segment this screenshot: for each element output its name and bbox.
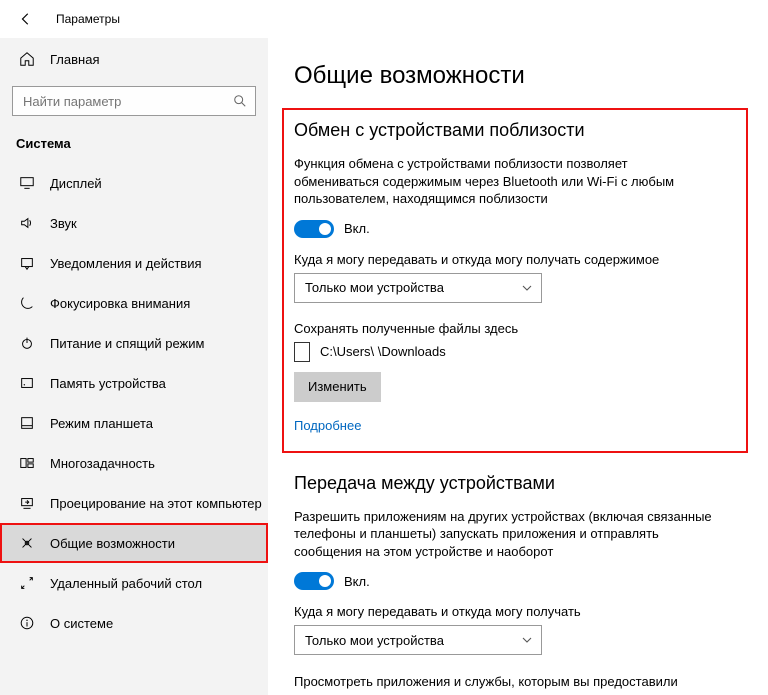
nav-item-2[interactable]: Уведомления и действия	[0, 243, 268, 283]
nearby-share-select[interactable]: Только мои устройства	[294, 273, 542, 303]
storage-icon	[18, 374, 36, 392]
nav-item-label: Общие возможности	[50, 536, 175, 551]
cross-share-select[interactable]: Только мои устройства	[294, 625, 542, 655]
project-icon	[18, 494, 36, 512]
cross-share-label: Куда я могу передавать и откуда могу пол…	[294, 604, 714, 619]
nav-home[interactable]: Главная	[0, 42, 268, 76]
nav-item-label: Звук	[50, 216, 77, 231]
sidebar: Главная Система Дисплей Звук Уведомления и…	[0, 38, 268, 695]
folder-icon	[294, 342, 310, 362]
nav-item-label: Питание и спящий режим	[50, 336, 204, 351]
display-icon	[18, 174, 36, 192]
main-content: Общие возможности Обмен с устройствами п…	[268, 38, 768, 695]
chevron-down-icon	[521, 634, 533, 646]
nav-item-label: Проецирование на этот компьютер	[50, 496, 262, 511]
nav-item-label: Дисплей	[50, 176, 102, 191]
cross-share-value: Только мои устройства	[305, 633, 444, 648]
nearby-save-label: Сохранять полученные файлы здесь	[294, 321, 714, 336]
nav-item-7[interactable]: Многозадачность	[0, 443, 268, 483]
back-icon[interactable]	[18, 11, 34, 27]
nav-item-label: Удаленный рабочий стол	[50, 576, 202, 591]
nav-home-label: Главная	[50, 52, 99, 67]
nav-item-8[interactable]: Проецирование на этот компьютер	[0, 483, 268, 523]
nav-item-label: Уведомления и действия	[50, 256, 202, 271]
window-title: Параметры	[56, 12, 120, 26]
notifications-icon	[18, 254, 36, 272]
nearby-save-path-row: C:\Users\ \Downloads	[294, 342, 736, 362]
category-label: Система	[0, 130, 268, 157]
change-button[interactable]: Изменить	[294, 372, 381, 402]
nearby-share-label: Куда я могу передавать и откуда могу пол…	[294, 252, 714, 267]
page-title: Общие возможности	[294, 62, 748, 90]
remote-icon	[18, 574, 36, 592]
nearby-share-value: Только мои устройства	[305, 280, 444, 295]
sound-icon	[18, 214, 36, 232]
shared-icon	[18, 534, 36, 552]
cross-toggle-label: Вкл.	[344, 574, 370, 589]
nav-item-label: О системе	[50, 616, 113, 631]
nav-item-9[interactable]: Общие возможности	[0, 523, 268, 563]
nav-item-1[interactable]: Звук	[0, 203, 268, 243]
nearby-toggle-label: Вкл.	[344, 221, 370, 236]
nav-item-11[interactable]: О системе	[0, 603, 268, 643]
multitask-icon	[18, 454, 36, 472]
nearby-toggle[interactable]	[294, 220, 334, 238]
nav-item-3[interactable]: Фокусировка внимания	[0, 283, 268, 323]
nav-item-label: Фокусировка внимания	[50, 296, 190, 311]
power-icon	[18, 334, 36, 352]
nav-item-label: Память устройства	[50, 376, 166, 391]
search-icon	[233, 94, 247, 108]
section-nearby-desc: Функция обмена с устройствами поблизости…	[294, 155, 714, 208]
section-nearby-highlight: Обмен с устройствами поблизости Функция …	[282, 108, 748, 453]
home-icon	[18, 50, 36, 68]
search-field[interactable]	[21, 93, 233, 110]
nav-item-0[interactable]: Дисплей	[0, 163, 268, 203]
nav-item-6[interactable]: Режим планшета	[0, 403, 268, 443]
nav-item-label: Режим планшета	[50, 416, 153, 431]
learn-more-link[interactable]: Подробнее	[294, 418, 736, 433]
cross-toggle[interactable]	[294, 572, 334, 590]
nav-item-5[interactable]: Память устройства	[0, 363, 268, 403]
cross-footer: Просмотреть приложения и службы, которым…	[294, 673, 714, 695]
about-icon	[18, 614, 36, 632]
nav-item-10[interactable]: Удаленный рабочий стол	[0, 563, 268, 603]
tablet-icon	[18, 414, 36, 432]
nav-item-label: Многозадачность	[50, 456, 155, 471]
search-input[interactable]	[12, 86, 256, 116]
nav-item-4[interactable]: Питание и спящий режим	[0, 323, 268, 363]
section-nearby-title: Обмен с устройствами поблизости	[294, 120, 736, 141]
chevron-down-icon	[521, 282, 533, 294]
focus-icon	[18, 294, 36, 312]
section-cross-title: Передача между устройствами	[294, 473, 748, 494]
section-cross-desc: Разрешить приложениям на других устройст…	[294, 508, 714, 561]
nearby-save-path: C:\Users\ \Downloads	[320, 344, 446, 359]
